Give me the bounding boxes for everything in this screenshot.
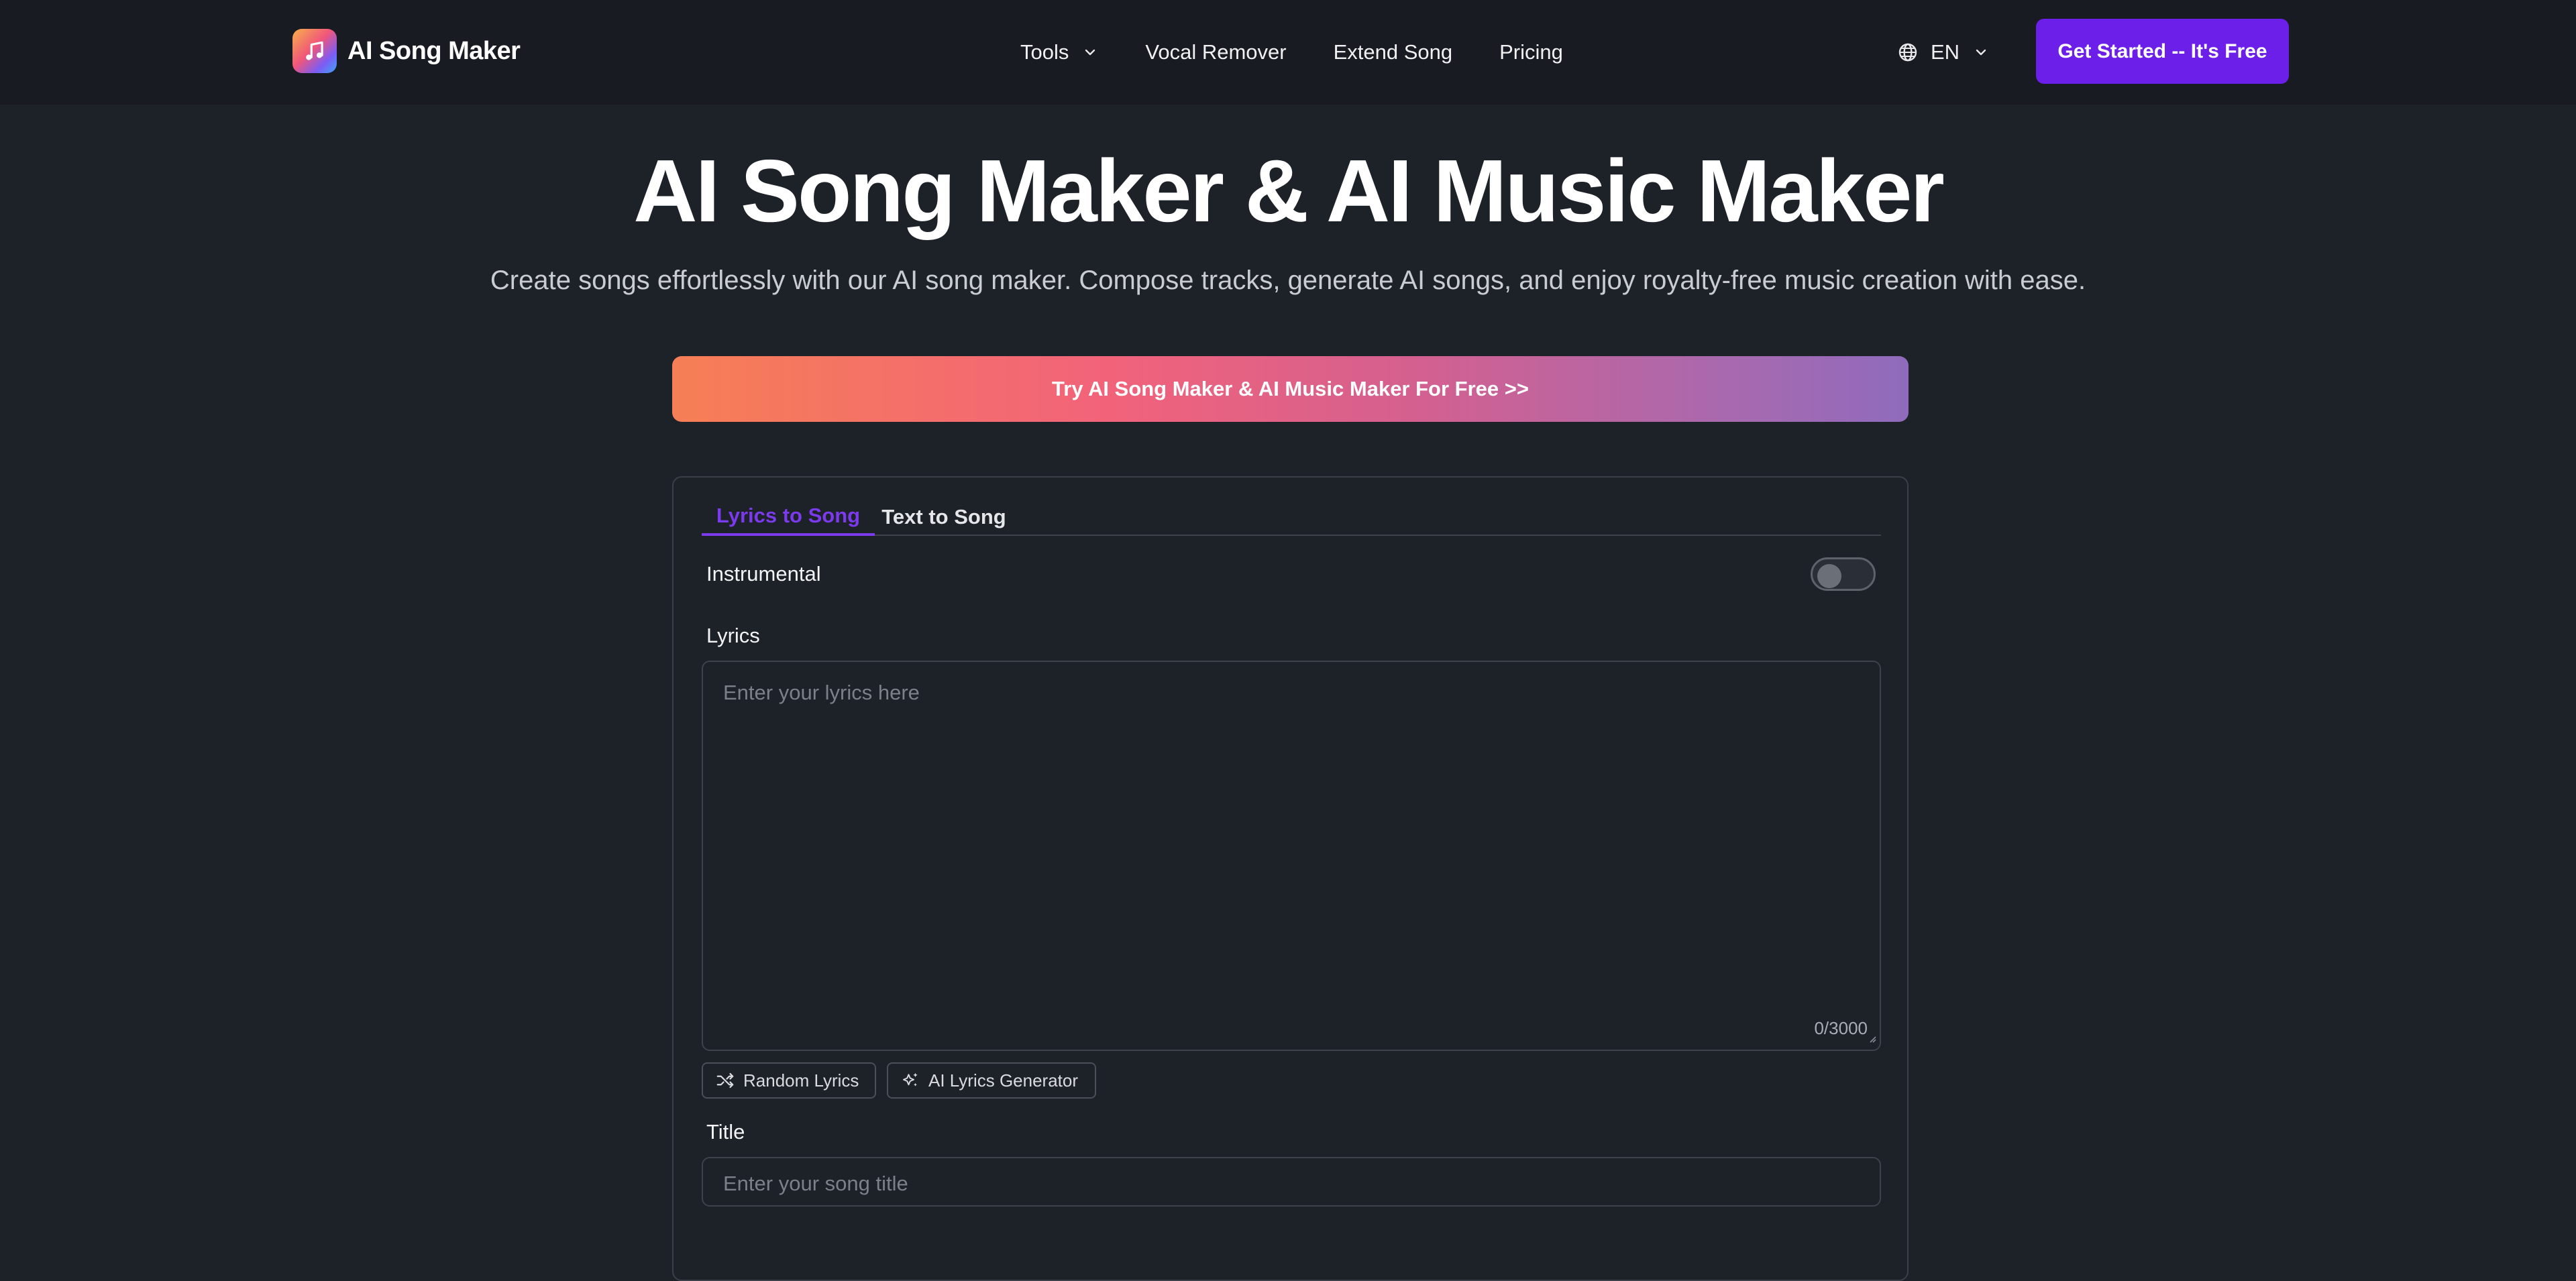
shuffle-icon	[715, 1070, 735, 1091]
nav-item-label: Extend Song	[1333, 40, 1453, 64]
title-placeholder: Enter your song title	[723, 1172, 908, 1195]
nav-item-pricing[interactable]: Pricing	[1499, 40, 1563, 64]
logo-text: AI Song Maker	[347, 36, 521, 65]
lyrics-label: Lyrics	[706, 624, 760, 647]
chevron-down-icon	[1973, 44, 1989, 60]
ai-lyrics-generator-button[interactable]: AI Lyrics Generator	[887, 1062, 1096, 1099]
language-code: EN	[1931, 40, 1960, 64]
resize-handle-icon[interactable]	[1866, 1033, 1877, 1047]
instrumental-toggle[interactable]	[1811, 557, 1876, 591]
tab-lyrics-to-song[interactable]: Lyrics to Song	[702, 498, 875, 536]
try-for-free-button[interactable]: Try AI Song Maker & AI Music Maker For F…	[672, 356, 1909, 422]
language-selector[interactable]: EN	[1897, 0, 1989, 105]
music-note-icon	[292, 29, 337, 73]
nav-item-extend-song[interactable]: Extend Song	[1334, 40, 1453, 64]
globe-icon	[1897, 42, 1919, 63]
page-subtitle: Create songs effortlessly with our AI so…	[490, 266, 2086, 295]
top-navigation-bar: AI Song Maker Tools Vocal Remover Extend…	[0, 0, 2576, 105]
random-lyrics-button[interactable]: Random Lyrics	[702, 1062, 876, 1099]
main-nav: Tools Vocal Remover Extend Song Pricing	[1020, 0, 1563, 105]
nav-item-label: Pricing	[1499, 40, 1563, 64]
sparkles-icon	[900, 1070, 920, 1091]
nav-item-label: Tools	[1020, 40, 1069, 64]
toggle-knob	[1817, 564, 1841, 588]
song-title-input[interactable]: Enter your song title	[702, 1157, 1881, 1207]
nav-item-label: Vocal Remover	[1145, 40, 1287, 64]
tab-text-to-song[interactable]: Text to Song	[875, 498, 1013, 536]
get-started-button[interactable]: Get Started -- It's Free	[2036, 19, 2289, 84]
lyrics-placeholder: Enter your lyrics here	[723, 681, 920, 704]
song-generator-form: Lyrics to Song Text to Song Instrumental…	[672, 476, 1909, 1281]
random-lyrics-label: Random Lyrics	[743, 1070, 859, 1091]
logo[interactable]: AI Song Maker	[292, 29, 521, 73]
page-title: AI Song Maker & AI Music Maker	[633, 142, 1945, 240]
title-label: Title	[706, 1120, 745, 1144]
nav-item-tools[interactable]: Tools	[1020, 40, 1098, 64]
chevron-down-icon	[1082, 44, 1098, 60]
instrumental-label: Instrumental	[706, 562, 821, 586]
nav-item-vocal-remover[interactable]: Vocal Remover	[1145, 40, 1286, 64]
lyrics-textarea[interactable]: Enter your lyrics here 0/3000	[702, 661, 1881, 1051]
mode-tabs: Lyrics to Song Text to Song	[702, 498, 1881, 536]
ai-lyrics-generator-label: AI Lyrics Generator	[928, 1070, 1079, 1091]
character-counter: 0/3000	[1814, 1018, 1868, 1038]
